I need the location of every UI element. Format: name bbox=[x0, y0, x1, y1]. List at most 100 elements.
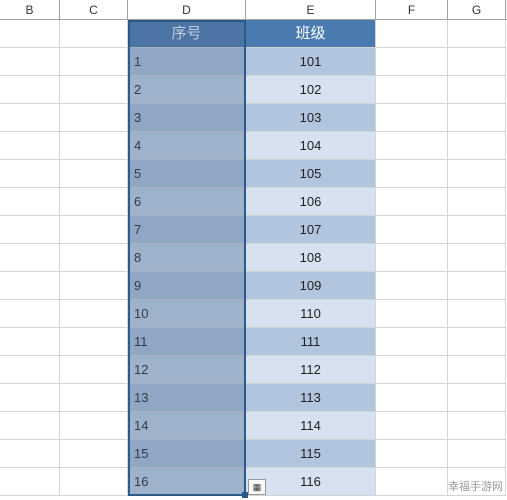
cell-empty[interactable] bbox=[376, 328, 448, 356]
cell-empty[interactable] bbox=[60, 412, 128, 440]
cell-class[interactable]: 116 bbox=[246, 468, 376, 496]
cell-empty[interactable] bbox=[60, 468, 128, 496]
col-header-f[interactable]: F bbox=[376, 0, 448, 19]
col-header-g[interactable]: G bbox=[448, 0, 506, 19]
cell-seq[interactable]: 15 bbox=[128, 440, 246, 468]
cell-empty[interactable] bbox=[0, 356, 60, 384]
col-header-d[interactable]: D bbox=[128, 0, 246, 19]
cell-empty[interactable] bbox=[448, 412, 506, 440]
cell-empty[interactable] bbox=[376, 76, 448, 104]
cell-seq[interactable]: 13 bbox=[128, 384, 246, 412]
cell-empty[interactable] bbox=[0, 20, 60, 48]
header-seq[interactable]: 序号 bbox=[128, 20, 246, 48]
cell-empty[interactable] bbox=[448, 20, 506, 48]
cell-empty[interactable] bbox=[448, 76, 506, 104]
cell-class[interactable]: 107 bbox=[246, 216, 376, 244]
cell-empty[interactable] bbox=[60, 104, 128, 132]
cell-empty[interactable] bbox=[60, 384, 128, 412]
cell-seq[interactable]: 5 bbox=[128, 160, 246, 188]
cell-empty[interactable] bbox=[376, 468, 448, 496]
cell-empty[interactable] bbox=[448, 244, 506, 272]
cell-class[interactable]: 103 bbox=[246, 104, 376, 132]
cell-seq[interactable]: 12 bbox=[128, 356, 246, 384]
cell-empty[interactable] bbox=[0, 272, 60, 300]
cell-empty[interactable] bbox=[0, 104, 60, 132]
cell-empty[interactable] bbox=[448, 48, 506, 76]
cell-class[interactable]: 101 bbox=[246, 48, 376, 76]
cell-class[interactable]: 105 bbox=[246, 160, 376, 188]
cell-class[interactable]: 115 bbox=[246, 440, 376, 468]
cell-empty[interactable] bbox=[60, 328, 128, 356]
cell-empty[interactable] bbox=[376, 20, 448, 48]
cell-empty[interactable] bbox=[0, 216, 60, 244]
cell-empty[interactable] bbox=[0, 76, 60, 104]
cell-empty[interactable] bbox=[60, 188, 128, 216]
header-class[interactable]: 班级 bbox=[246, 20, 376, 48]
cell-empty[interactable] bbox=[0, 328, 60, 356]
cell-empty[interactable] bbox=[448, 300, 506, 328]
cell-class[interactable]: 114 bbox=[246, 412, 376, 440]
cell-class[interactable]: 112 bbox=[246, 356, 376, 384]
cell-empty[interactable] bbox=[376, 132, 448, 160]
cell-empty[interactable] bbox=[448, 160, 506, 188]
cell-empty[interactable] bbox=[0, 468, 60, 496]
cell-seq[interactable]: 8 bbox=[128, 244, 246, 272]
cell-empty[interactable] bbox=[376, 356, 448, 384]
cell-empty[interactable] bbox=[376, 104, 448, 132]
col-header-e[interactable]: E bbox=[246, 0, 376, 19]
cell-seq[interactable]: 4 bbox=[128, 132, 246, 160]
cell-empty[interactable] bbox=[376, 300, 448, 328]
col-header-b[interactable]: B bbox=[0, 0, 60, 19]
cell-class[interactable]: 113 bbox=[246, 384, 376, 412]
cell-empty[interactable] bbox=[60, 48, 128, 76]
cell-empty[interactable] bbox=[0, 160, 60, 188]
cell-empty[interactable] bbox=[448, 188, 506, 216]
cell-empty[interactable] bbox=[60, 132, 128, 160]
cell-empty[interactable] bbox=[60, 216, 128, 244]
cell-class[interactable]: 109 bbox=[246, 272, 376, 300]
cell-class[interactable]: 108 bbox=[246, 244, 376, 272]
cell-empty[interactable] bbox=[60, 20, 128, 48]
cell-class[interactable]: 111 bbox=[246, 328, 376, 356]
cell-seq[interactable]: 1 bbox=[128, 48, 246, 76]
cell-empty[interactable] bbox=[60, 440, 128, 468]
cell-empty[interactable] bbox=[60, 244, 128, 272]
cell-class[interactable]: 104 bbox=[246, 132, 376, 160]
cell-seq[interactable]: 14 bbox=[128, 412, 246, 440]
cell-empty[interactable] bbox=[376, 384, 448, 412]
cell-seq[interactable]: 2 bbox=[128, 76, 246, 104]
cell-empty[interactable] bbox=[376, 272, 448, 300]
cell-empty[interactable] bbox=[0, 412, 60, 440]
cell-empty[interactable] bbox=[448, 272, 506, 300]
cell-empty[interactable] bbox=[0, 300, 60, 328]
cell-empty[interactable] bbox=[448, 104, 506, 132]
cell-empty[interactable] bbox=[0, 384, 60, 412]
cell-seq[interactable]: 16 bbox=[128, 468, 246, 496]
col-header-c[interactable]: C bbox=[60, 0, 128, 19]
cell-empty[interactable] bbox=[448, 328, 506, 356]
cell-empty[interactable] bbox=[0, 244, 60, 272]
cell-class[interactable]: 110 bbox=[246, 300, 376, 328]
cell-empty[interactable] bbox=[0, 188, 60, 216]
cell-empty[interactable] bbox=[60, 356, 128, 384]
cell-empty[interactable] bbox=[60, 160, 128, 188]
cell-seq[interactable]: 11 bbox=[128, 328, 246, 356]
cell-empty[interactable] bbox=[60, 76, 128, 104]
cell-empty[interactable] bbox=[0, 132, 60, 160]
cell-empty[interactable] bbox=[448, 384, 506, 412]
cell-empty[interactable] bbox=[0, 440, 60, 468]
cell-empty[interactable] bbox=[60, 300, 128, 328]
cell-seq[interactable]: 6 bbox=[128, 188, 246, 216]
cell-class[interactable]: 102 bbox=[246, 76, 376, 104]
cell-empty[interactable] bbox=[376, 412, 448, 440]
cell-empty[interactable] bbox=[0, 48, 60, 76]
cell-seq[interactable]: 7 bbox=[128, 216, 246, 244]
cell-empty[interactable] bbox=[376, 440, 448, 468]
cell-empty[interactable] bbox=[376, 160, 448, 188]
cell-empty[interactable] bbox=[448, 216, 506, 244]
cell-empty[interactable] bbox=[448, 440, 506, 468]
cell-seq[interactable]: 10 bbox=[128, 300, 246, 328]
cell-empty[interactable] bbox=[376, 244, 448, 272]
cell-empty[interactable] bbox=[448, 356, 506, 384]
cell-empty[interactable] bbox=[376, 216, 448, 244]
